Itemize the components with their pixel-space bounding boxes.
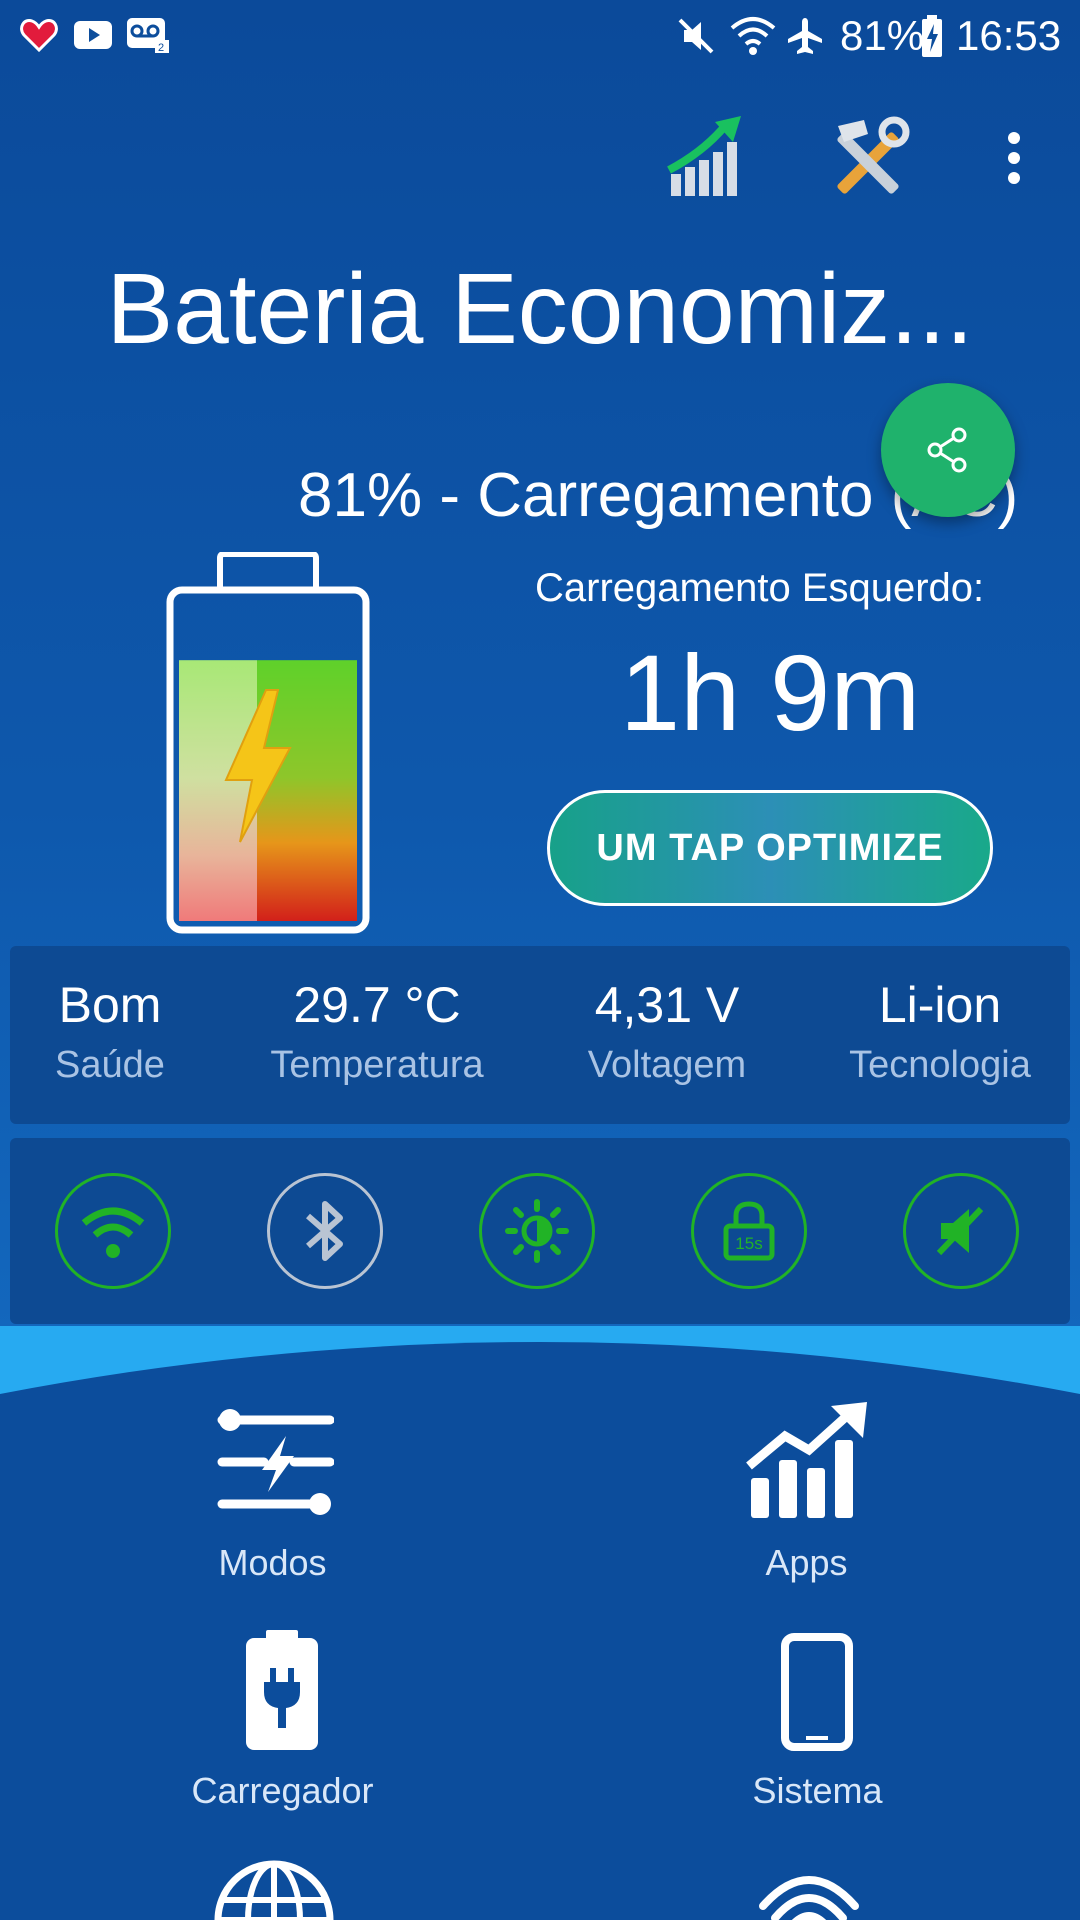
signal-boost-icon[interactable] [663, 112, 753, 202]
menu-label-modos: Modos [218, 1542, 327, 1583]
remaining-label: Carregamento Esquerdo: [535, 566, 985, 610]
voltage-label: Voltagem [587, 1044, 747, 1086]
lock-timeout-icon: 15s [723, 1201, 775, 1261]
wifi-icon [81, 1207, 145, 1258]
menu-item-apps[interactable]: Apps [704, 1400, 909, 1590]
battery-info-panel: Bom Saúde 29.7 °C Temperatura 4,31 V Vol… [10, 946, 1070, 1124]
screen-timeout-toggle[interactable]: 15s [691, 1173, 807, 1289]
fingerprint-icon [759, 1876, 859, 1920]
wifi-toggle[interactable] [55, 1173, 171, 1289]
technology-label: Tecnologia [849, 1044, 1031, 1086]
tools-icon[interactable] [824, 116, 914, 206]
menu-item-globe[interactable] [170, 1858, 375, 1920]
heart-icon [20, 18, 58, 52]
menu-item-modos[interactable]: Modos [170, 1400, 375, 1590]
youtube-icon [74, 21, 112, 49]
health-label: Saúde [55, 1044, 165, 1086]
status-bar: 2 81% 16:53 [0, 0, 1080, 72]
battery-percent: 81% [840, 12, 925, 59]
menu-item-sistema[interactable]: Sistema [715, 1628, 920, 1818]
app-title: Bateria Economiz... [106, 253, 974, 365]
battery-level-graphic [166, 552, 370, 934]
info-voltage: 4,31 V Voltagem [550, 946, 784, 1124]
menu-label-sistema: Sistema [752, 1770, 883, 1811]
airplane-icon [788, 18, 822, 54]
mute-icon [678, 18, 714, 54]
remaining-time: 1h 9m [620, 632, 921, 753]
info-health: Bom Saúde [10, 946, 210, 1124]
more-vert-icon[interactable] [996, 130, 1032, 186]
voltage-value: 4,31 V [594, 977, 740, 1033]
menu-item-carregador[interactable]: Carregador [180, 1628, 385, 1818]
chart-up-icon [746, 1402, 867, 1518]
clock: 16:53 [956, 12, 1062, 59]
svg-text:2: 2 [158, 42, 164, 54]
temperature-label: Temperatura [270, 1044, 484, 1086]
quick-toggles-panel: 15s [10, 1138, 1070, 1324]
bluetooth-icon [306, 1201, 343, 1261]
brightness-toggle[interactable] [479, 1173, 595, 1289]
technology-value: Li-ion [878, 977, 1002, 1033]
phone-icon [781, 1633, 853, 1751]
health-value: Bom [58, 977, 162, 1033]
voicemail-icon: 2 [127, 18, 169, 54]
sound-toggle[interactable] [903, 1173, 1019, 1289]
temperature-value: 29.7 °C [293, 977, 461, 1033]
one-tap-optimize-button[interactable]: UM TAP OPTIMIZE [547, 790, 993, 906]
section-divider-wave [0, 1326, 1080, 1416]
battery-charging-icon [922, 15, 942, 57]
menu-label-carregador: Carregador [191, 1770, 374, 1811]
globe-icon [214, 1860, 334, 1920]
share-button[interactable] [881, 383, 1015, 517]
sliders-icon [217, 1409, 334, 1515]
info-technology: Li-ion Tecnologia [820, 946, 1060, 1124]
wifi-icon [730, 17, 776, 55]
info-temperature: 29.7 °C Temperatura [242, 946, 512, 1124]
timeout-badge: 15s [735, 1234, 762, 1253]
share-icon [927, 427, 967, 473]
brightness-icon [505, 1199, 569, 1263]
charger-icon [246, 1630, 318, 1750]
mute-icon [936, 1206, 984, 1256]
menu-item-fingerprint[interactable] [704, 1858, 909, 1920]
bluetooth-toggle[interactable] [267, 1173, 383, 1289]
menu-label-apps: Apps [765, 1542, 848, 1583]
